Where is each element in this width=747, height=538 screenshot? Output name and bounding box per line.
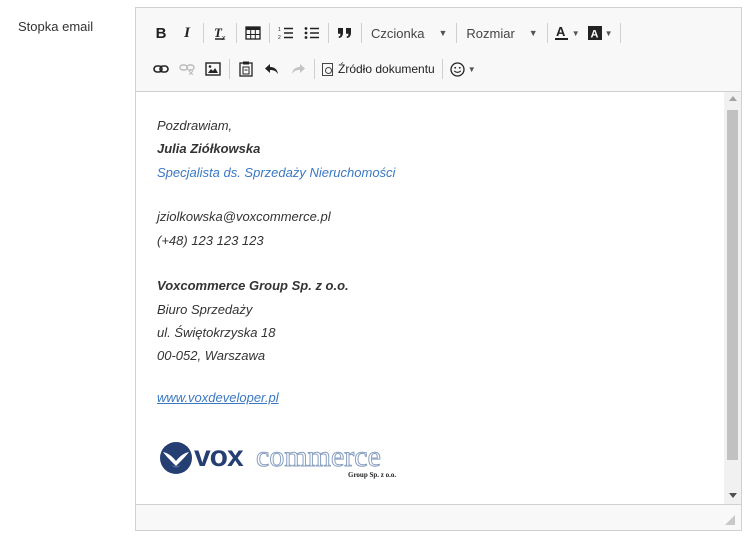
signature-phone: (+48) 123 123 123 — [157, 233, 264, 248]
signature-email: jziolkowska@voxcommerce.pl — [157, 209, 331, 224]
editor-content[interactable]: Pozdrawiam, Julia Ziółkowska Specjalista… — [136, 92, 724, 504]
font-size-label: Rozmiar — [466, 25, 515, 41]
unlink-icon — [179, 64, 195, 75]
chevron-down-icon: ▼ — [467, 64, 476, 74]
image-button[interactable] — [200, 56, 226, 82]
toolbar-separator — [203, 23, 204, 43]
signature-greeting: Pozdrawiam, — [157, 118, 233, 133]
undo-button[interactable] — [259, 56, 285, 82]
bird-icon — [160, 442, 192, 474]
smiley-icon — [450, 61, 465, 77]
signature-city: 00-052, Warszawa — [157, 348, 266, 363]
resize-handle-icon[interactable] — [725, 515, 735, 525]
font-size-dropdown[interactable]: Rozmiar ▼ — [460, 20, 543, 46]
remove-format-icon: Tx — [214, 25, 226, 41]
rich-text-editor[interactable]: B I Tx 12 Czcionka ▼ Rozmiar ▼ A ▼ A ▼ Ź… — [135, 7, 742, 531]
background-color-button[interactable]: A ▼ — [584, 20, 617, 46]
font-family-dropdown[interactable]: Czcionka ▼ — [365, 20, 453, 46]
numbered-list-button[interactable]: 12 — [273, 20, 299, 46]
toolbar-row-1: B I Tx 12 Czcionka ▼ Rozmiar ▼ A ▼ A ▼ — [148, 20, 624, 46]
signature-department: Biuro Sprzedaży — [157, 302, 253, 317]
toolbar-separator — [229, 59, 230, 79]
content-scrollbar[interactable] — [724, 92, 741, 504]
scroll-up-arrow-icon[interactable] — [729, 96, 737, 101]
source-label: Źródło dokumentu — [338, 62, 435, 76]
chevron-down-icon: ▼ — [438, 28, 448, 38]
toolbar-separator — [314, 59, 315, 79]
remove-format-button[interactable]: Tx — [207, 20, 233, 46]
unlink-button[interactable] — [174, 56, 200, 82]
toolbar-separator — [456, 23, 458, 43]
paste-icon — [239, 61, 253, 77]
bold-icon: B — [155, 24, 167, 42]
redo-button[interactable] — [285, 56, 311, 82]
bullet-list-button[interactable] — [299, 20, 325, 46]
toolbar-separator — [361, 23, 362, 43]
redo-icon — [292, 64, 305, 74]
signature-position: Specjalista ds. Sprzedaży Nieruchomości — [157, 165, 396, 180]
bold-button[interactable]: B — [148, 20, 174, 46]
chevron-down-icon: ▼ — [528, 28, 538, 38]
chevron-down-icon: ▼ — [571, 28, 580, 38]
image-icon — [205, 62, 221, 76]
toolbar-separator — [328, 23, 329, 43]
toolbar-separator — [236, 23, 237, 43]
signature-street: ul. Świętokrzyska 18 — [157, 325, 276, 340]
scroll-down-arrow-icon[interactable] — [729, 493, 737, 498]
svg-text:x: x — [222, 35, 226, 41]
company-logo: vox commerce Group Sp. z o.o. — [158, 434, 428, 486]
italic-button[interactable]: I — [174, 20, 200, 46]
table-button[interactable] — [240, 20, 266, 46]
bullet-list-icon — [304, 27, 319, 39]
link-button[interactable] — [148, 56, 174, 82]
numbered-list-icon: 12 — [278, 27, 293, 40]
toolbar-separator — [269, 23, 270, 43]
blockquote-button[interactable] — [332, 20, 358, 46]
background-color-icon: A — [587, 26, 602, 41]
svg-text:2: 2 — [278, 35, 281, 40]
logo-word-commerce: commerce — [256, 440, 382, 474]
svg-text:A: A — [556, 25, 566, 39]
text-color-button[interactable]: A ▼ — [551, 20, 584, 46]
svg-text:1: 1 — [278, 27, 281, 33]
editor-statusbar — [136, 504, 741, 530]
link-icon — [153, 65, 169, 73]
toolbar-row-2: Źródło dokumentu ▼ — [148, 56, 480, 82]
quote-icon — [338, 28, 351, 38]
editor-toolbar: B I Tx 12 Czcionka ▼ Rozmiar ▼ A ▼ A ▼ Ź… — [136, 8, 741, 92]
signature-name: Julia Ziółkowska — [157, 141, 261, 156]
field-label: Stopka email — [18, 19, 94, 34]
emoji-button[interactable]: ▼ — [446, 56, 480, 82]
table-icon — [245, 26, 261, 40]
document-source-icon — [322, 62, 333, 76]
font-family-label: Czcionka — [371, 25, 425, 41]
chevron-down-icon: ▼ — [604, 28, 613, 38]
toolbar-separator — [441, 59, 443, 79]
paste-button[interactable] — [233, 56, 259, 82]
signature-website-link[interactable]: www.voxdeveloper.pl — [157, 390, 279, 405]
undo-icon — [265, 64, 278, 74]
toolbar-separator — [546, 23, 548, 43]
italic-icon: I — [184, 24, 190, 41]
text-color-icon: A — [554, 25, 568, 40]
logo-word-vox: vox — [194, 440, 244, 473]
logo-tagline: Group Sp. z o.o. — [348, 471, 397, 479]
signature-company: Voxcommerce Group Sp. z o.o. — [157, 278, 349, 293]
source-button[interactable]: Źródło dokumentu — [318, 56, 439, 82]
toolbar-separator — [619, 23, 621, 43]
svg-text:A: A — [590, 29, 598, 41]
scroll-thumb[interactable] — [727, 110, 738, 460]
